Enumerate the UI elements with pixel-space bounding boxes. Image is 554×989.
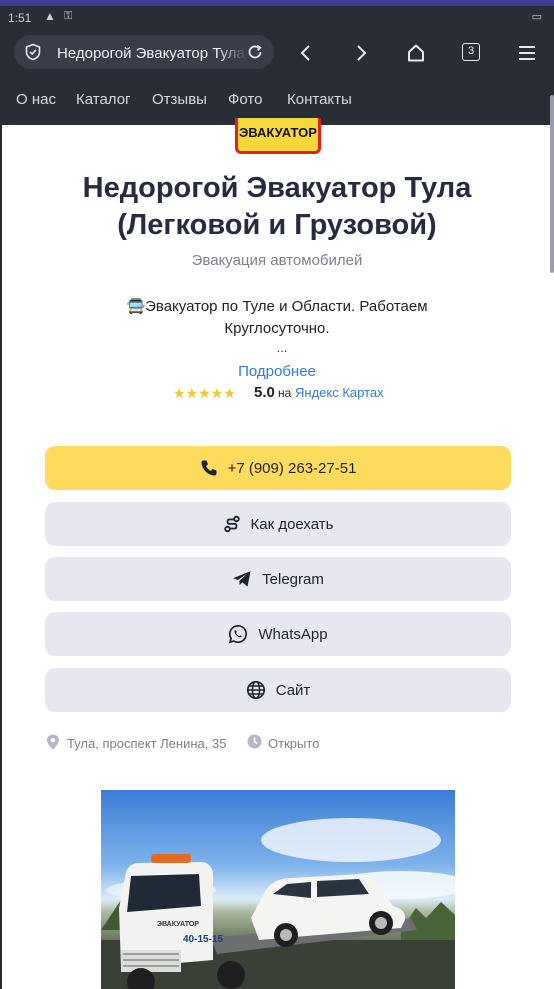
open-status: Открыто — [268, 736, 320, 751]
tow-truck-photo[interactable]: ЭВАКУАТОР 40-15-15 — [101, 790, 455, 989]
whatsapp-button-label: WhatsApp — [258, 625, 328, 643]
nav-item-about[interactable]: О нас — [16, 91, 56, 108]
browser-toolbar: Недорогой Эвакуатор Тула 3 — [0, 32, 554, 74]
hours-info: Открыто — [247, 734, 337, 752]
location-pin-icon — [47, 734, 59, 750]
address-text: Тула, проспект Ленина, 35 — [67, 736, 227, 751]
route-icon — [223, 515, 240, 533]
nav-item-catalog[interactable]: Каталог — [76, 91, 131, 108]
call-button-label: +7 (909) 263-27-51 — [227, 459, 357, 477]
title-line-1: Недорогой Эвакуатор Тула — [82, 172, 472, 204]
status-bar: 1:51 ▲ ⚿ ▭ — [0, 0, 554, 32]
tabs-button[interactable]: 3 — [462, 43, 480, 61]
site-button[interactable]: Сайт — [45, 668, 511, 712]
shield-icon — [25, 43, 41, 61]
truck-cab-label: ЭВАКУАТОР — [157, 921, 199, 928]
site-button-label: Сайт — [275, 681, 311, 699]
phone-icon — [201, 460, 217, 476]
yandex-maps-link[interactable]: Яндекс Картах — [295, 385, 384, 400]
rating-on-label: на — [278, 386, 292, 400]
address-bar[interactable]: Недорогой Эвакуатор Тула — [14, 35, 274, 69]
globe-icon — [246, 680, 265, 700]
page-title: Недорогой Эвакуатор Тула (Легковой и Гру… — [40, 170, 514, 244]
tow-truck-illustration: ЭВАКУАТОР 40-15-15 — [101, 818, 455, 989]
warning-icon: ▲ — [44, 9, 56, 23]
key-icon: ⚿ — [64, 10, 73, 22]
nav-item-photo[interactable]: Фото — [228, 91, 262, 108]
rating-stars: ★★★★★ — [173, 385, 236, 401]
menu-icon[interactable] — [516, 42, 538, 64]
description-ellipsis: ... — [276, 340, 288, 355]
nav-item-reviews[interactable]: Отзывы — [152, 91, 207, 108]
logo: ЭВАКУАТОР — [235, 118, 321, 154]
route-button-label: Как доехать — [250, 515, 334, 533]
telegram-icon — [233, 571, 251, 587]
title-line-2: (Легковой и Грузовой) — [117, 209, 437, 241]
reload-icon[interactable] — [246, 43, 264, 61]
route-button[interactable]: Как доехать — [45, 502, 511, 546]
whatsapp-button[interactable]: WhatsApp — [45, 612, 511, 656]
rating-value: 5.0 — [254, 384, 275, 401]
clock-icon — [247, 734, 262, 749]
battery-icon: ▭ — [531, 11, 542, 23]
telegram-button[interactable]: Telegram — [45, 557, 511, 601]
scrollbar[interactable] — [550, 95, 554, 273]
home-icon[interactable] — [405, 42, 427, 64]
whatsapp-icon — [229, 624, 248, 644]
status-time: 1:51 — [8, 11, 32, 25]
telegram-button-label: Telegram — [262, 570, 324, 588]
address-info: Тула, проспект Ленина, 35 — [46, 734, 236, 752]
page-subtitle: Эвакуация автомобилей — [191, 252, 363, 269]
forward-icon[interactable] — [350, 42, 372, 64]
truck-phone-number: 40-15-15 — [183, 934, 223, 945]
status-top-strip — [0, 0, 554, 6]
address-text: Недорогой Эвакуатор Тула — [57, 45, 245, 62]
nav-item-contacts[interactable]: Контакты — [287, 91, 352, 108]
description: 🚍Эвакуатор по Туле и Области. Работаем К… — [126, 298, 428, 337]
call-button[interactable]: +7 (909) 263-27-51 — [45, 446, 511, 490]
back-icon[interactable] — [295, 42, 317, 64]
more-link[interactable]: Подробнее — [0, 363, 554, 380]
